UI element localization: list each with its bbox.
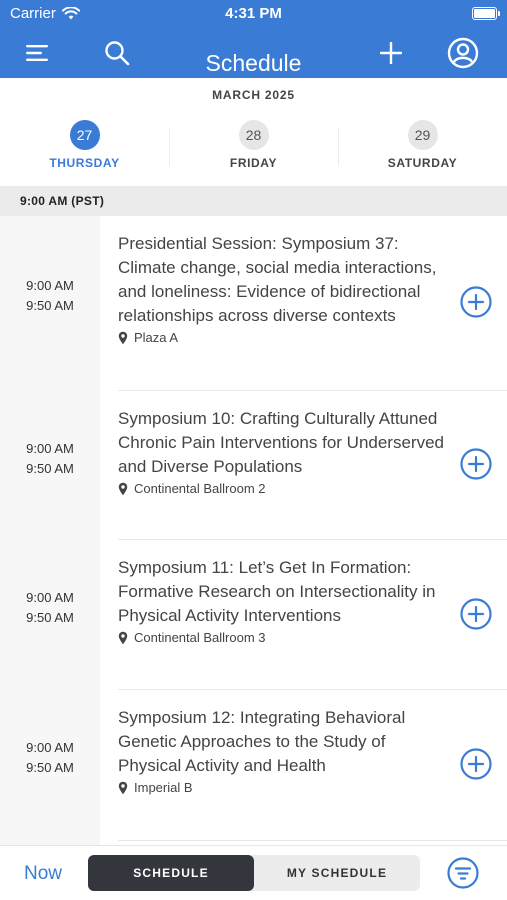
filter-icon[interactable] — [447, 857, 479, 889]
session-location-label: Continental Ballroom 2 — [134, 481, 266, 496]
search-button[interactable] — [100, 36, 134, 70]
add-circle-icon[interactable] — [460, 286, 492, 318]
schedule-segmented-control: SCHEDULE MY SCHEDULE — [88, 855, 420, 891]
session-location: Imperial B — [118, 780, 448, 795]
profile-button[interactable] — [446, 36, 480, 70]
session-body: Symposium 12: Integrating Behavioral Gen… — [118, 706, 448, 795]
divider — [118, 840, 507, 841]
plus-icon — [380, 42, 402, 64]
session-start-time: 9:00 AM — [26, 740, 74, 755]
status-bar: Carrier 4:31 PM — [0, 0, 507, 28]
day-number: 27 — [69, 120, 100, 150]
session-times: 9:00 AM 9:50 AM — [0, 588, 100, 628]
add-circle-icon[interactable] — [460, 448, 492, 480]
toolbar: Schedule — [0, 28, 507, 78]
session-start-time: 9:00 AM — [26, 441, 74, 456]
location-pin-icon — [118, 331, 128, 344]
session-item[interactable]: 9:00 AM 9:50 AM Symposium 11: Let’s Get … — [0, 540, 507, 689]
session-location-label: Imperial B — [134, 780, 193, 795]
location-pin-icon — [118, 781, 128, 794]
day-tab-saturday[interactable]: 29 SATURDAY — [338, 112, 507, 182]
session-start-time: 9:00 AM — [26, 278, 74, 293]
session-location-label: Plaza A — [134, 330, 179, 345]
menu-button[interactable] — [20, 36, 54, 70]
search-icon — [105, 41, 130, 66]
battery-icon — [472, 7, 500, 20]
day-label: SATURDAY — [387, 156, 458, 170]
session-title: Symposium 10: Crafting Culturally Attune… — [118, 409, 444, 476]
day-label: THURSDAY — [49, 156, 120, 170]
add-button[interactable] — [374, 36, 408, 70]
location-pin-icon — [118, 482, 128, 495]
day-label: FRIDAY — [229, 156, 278, 170]
day-selector: 27 THURSDAY 28 FRIDAY 29 SATURDAY — [0, 112, 507, 182]
add-circle-icon[interactable] — [460, 748, 492, 780]
month-label: MARCH 2025 — [212, 88, 295, 102]
session-title: Presidential Session: Symposium 37: Clim… — [118, 234, 437, 325]
time-slot-header: 9:00 AM (PST) — [0, 186, 507, 216]
app-header: Carrier 4:31 PM Schedule — [0, 0, 507, 78]
now-button[interactable]: Now — [24, 863, 62, 885]
day-tab-friday[interactable]: 28 FRIDAY — [169, 112, 338, 182]
session-times: 9:00 AM 9:50 AM — [0, 738, 100, 778]
session-times: 9:00 AM 9:50 AM — [0, 439, 100, 479]
session-location: Plaza A — [118, 330, 448, 345]
session-body: Presidential Session: Symposium 37: Clim… — [118, 232, 448, 345]
session-end-time: 9:50 AM — [26, 298, 74, 313]
session-times: 9:00 AM 9:50 AM — [0, 276, 100, 316]
session-title: Symposium 12: Integrating Behavioral Gen… — [118, 708, 406, 775]
location-pin-icon — [118, 631, 128, 644]
profile-icon — [447, 37, 479, 69]
day-number: 28 — [238, 120, 269, 150]
session-end-time: 9:50 AM — [26, 610, 74, 625]
session-body: Symposium 11: Let’s Get In Formation: Fo… — [118, 556, 448, 645]
bottom-bar: Now SCHEDULE MY SCHEDULE — [0, 845, 507, 900]
session-item[interactable]: 9:00 AM 9:50 AM Symposium 10: Crafting C… — [0, 391, 507, 539]
session-location: Continental Ballroom 3 — [118, 630, 448, 645]
session-end-time: 9:50 AM — [26, 461, 74, 476]
session-location: Continental Ballroom 2 — [118, 481, 448, 496]
session-start-time: 9:00 AM — [26, 590, 74, 605]
session-item[interactable]: 9:00 AM 9:50 AM Symposium 12: Integratin… — [0, 690, 507, 840]
day-number: 29 — [407, 120, 438, 150]
menu-icon — [26, 45, 48, 61]
session-body: Symposium 10: Crafting Culturally Attune… — [118, 407, 448, 496]
page-title: Schedule — [205, 50, 302, 76]
session-title: Symposium 11: Let’s Get In Formation: Fo… — [118, 558, 436, 625]
session-list: 9:00 AM 9:50 AM Presidential Session: Sy… — [0, 216, 507, 845]
tab-schedule[interactable]: SCHEDULE — [88, 855, 254, 891]
session-end-time: 9:50 AM — [26, 760, 74, 775]
session-location-label: Continental Ballroom 3 — [134, 630, 266, 645]
add-circle-icon[interactable] — [460, 598, 492, 630]
session-item[interactable]: 9:00 AM 9:50 AM Presidential Session: Sy… — [0, 216, 507, 390]
tab-my-schedule[interactable]: MY SCHEDULE — [254, 855, 420, 891]
day-tab-thursday[interactable]: 27 THURSDAY — [0, 112, 169, 182]
status-time: 4:31 PM — [225, 5, 282, 22]
